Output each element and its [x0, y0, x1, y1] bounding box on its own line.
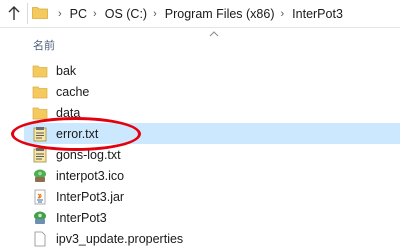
list-item-interpot3-ico[interactable]: interpot3.ico [24, 165, 400, 186]
chevron-right-icon[interactable]: › [153, 8, 157, 20]
name-column-header[interactable]: 名前 [33, 37, 55, 53]
file-name: gons-log.txt [56, 147, 121, 162]
file-name: InterPot3 [56, 210, 107, 225]
file-name: error.txt [56, 126, 99, 141]
sort-ascending-icon [209, 27, 219, 37]
file-name: cache [56, 84, 90, 99]
list-item-ipv3-update-properties[interactable]: ipv3_update.properties [24, 228, 400, 249]
file-name: InterPot3.jar [56, 189, 125, 204]
chevron-right-icon[interactable]: › [58, 8, 62, 20]
file-name: bak [56, 63, 77, 78]
app-icon [32, 210, 48, 226]
text-file-icon [32, 126, 48, 142]
folder-icon [32, 84, 48, 100]
breadcrumb-program-files[interactable]: Program Files (x86) [165, 7, 275, 21]
breadcrumb-pc[interactable]: PC [70, 7, 87, 21]
breadcrumb-os-c[interactable]: OS (C:) [105, 7, 147, 21]
jar-file-icon [32, 189, 48, 205]
list-item-error-txt[interactable]: error.txt [24, 123, 400, 144]
ico-file-icon [32, 168, 48, 184]
list-item-interpot3-jar[interactable]: InterPot3.jar [24, 186, 400, 207]
up-arrow-icon[interactable] [6, 3, 22, 23]
list-item-interpot3-app[interactable]: InterPot3 [24, 207, 400, 228]
breadcrumb-interpot3[interactable]: InterPot3 [292, 7, 343, 21]
list-item-bak[interactable]: bak [24, 60, 400, 81]
list-item-gons-log-txt[interactable]: gons-log.txt [24, 144, 400, 165]
list-item-data[interactable]: data [24, 102, 400, 123]
file-name: ipv3_update.properties [56, 231, 184, 246]
list-item-cache[interactable]: cache [24, 81, 400, 102]
folder-icon [32, 6, 48, 19]
file-name: data [56, 105, 81, 120]
address-bar: › PC › OS (C:) › Program Files (x86) › I… [0, 0, 400, 28]
text-file-icon [32, 147, 48, 163]
chevron-right-icon[interactable]: › [93, 8, 97, 20]
folder-icon [32, 105, 48, 121]
folder-icon [32, 63, 48, 79]
file-name: interpot3.ico [56, 168, 125, 183]
breadcrumb: › PC › OS (C:) › Program Files (x86) › I… [52, 0, 343, 27]
address-divider [27, 3, 28, 24]
chevron-right-icon[interactable]: › [281, 8, 285, 20]
properties-file-icon [32, 231, 48, 247]
